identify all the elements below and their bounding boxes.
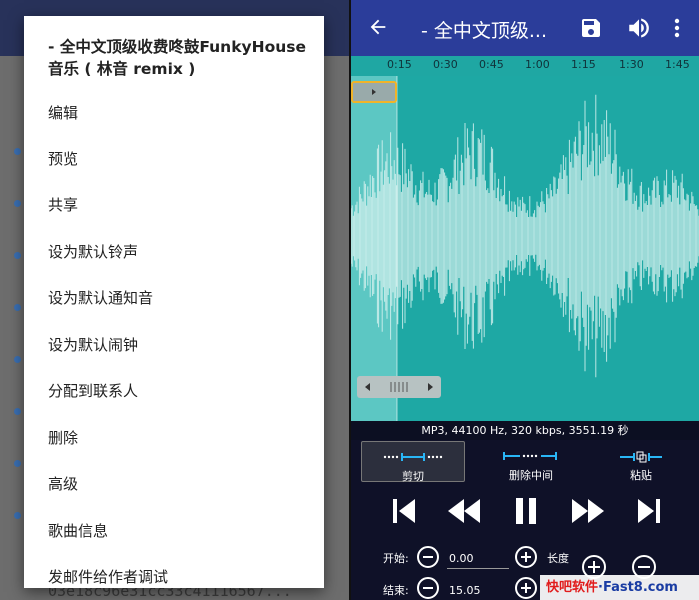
ruler-tick: 1:45: [665, 58, 690, 71]
end-marker-handle[interactable]: [357, 376, 441, 398]
mode-cut-button[interactable]: 剪切: [361, 441, 465, 483]
menu-item-edit[interactable]: 编辑: [48, 102, 78, 123]
more-vert-icon[interactable]: [671, 16, 683, 44]
back-arrow-icon[interactable]: [367, 16, 389, 42]
pause-icon[interactable]: [513, 496, 539, 530]
cut-icon: [383, 453, 443, 461]
edit-mode-bar: 剪切 删除中间 粘贴: [351, 440, 699, 486]
menu-item-song-info[interactable]: 歌曲信息: [48, 520, 108, 541]
editor-toolbar: - 全中文顶级...: [351, 0, 699, 56]
ruler-tick: 0:45: [479, 58, 504, 71]
menu-item-advanced[interactable]: 高级: [48, 473, 78, 494]
ruler-tick: 0:30: [433, 58, 458, 71]
length-label: 长度: [547, 552, 569, 565]
delete-middle-icon: [503, 452, 557, 460]
menu-item-delete[interactable]: 删除: [48, 427, 78, 448]
end-decrease-button[interactable]: [417, 577, 439, 599]
menu-title: - 全中文顶级收费咚鼓FunkyHouse音乐 ( 林音 remix ): [48, 38, 307, 78]
rewind-icon[interactable]: [447, 496, 481, 530]
time-ruler: 0:15 0:30 0:45 1:00 1:15 1:30 1:45: [351, 56, 699, 76]
menu-item-set-alarm[interactable]: 设为默认闹钟: [48, 334, 138, 355]
transport-controls: [351, 488, 699, 538]
mode-delete-middle-button[interactable]: 删除中间: [479, 441, 583, 482]
paste-icon: [620, 451, 662, 463]
fast-forward-icon[interactable]: [571, 496, 605, 530]
context-menu: - 全中文顶级收费咚鼓FunkyHouse音乐 ( 林音 remix ) 编辑 …: [24, 16, 324, 588]
menu-item-assign-contact[interactable]: 分配到联系人: [48, 380, 138, 401]
end-value-input[interactable]: 15.05: [449, 584, 481, 597]
list-dot: [14, 460, 21, 467]
list-dot: [14, 200, 21, 207]
menu-item-email-author[interactable]: 发邮件给作者调试: [48, 566, 168, 587]
start-label: 开始:: [383, 552, 409, 565]
watermark-part2: ·Fast8.com: [598, 580, 678, 595]
ruler-tick: 1:30: [619, 58, 644, 71]
list-dot: [14, 408, 21, 415]
mode-paste-label: 粘贴: [630, 469, 652, 482]
list-dot: [14, 304, 21, 311]
watermark: 快吧软件·Fast8.com: [540, 575, 699, 600]
menu-item-share[interactable]: 共享: [48, 194, 78, 215]
ruler-tick: 1:15: [571, 58, 596, 71]
mode-cut-label: 剪切: [402, 470, 424, 483]
skip-start-icon[interactable]: [391, 496, 417, 530]
ruler-tick: 1:00: [525, 58, 550, 71]
list-dot: [14, 148, 21, 155]
skip-end-icon[interactable]: [636, 496, 662, 530]
mode-paste-button[interactable]: 粘贴: [589, 441, 693, 482]
menu-item-preview[interactable]: 预览: [48, 148, 78, 169]
start-increase-button[interactable]: [515, 546, 537, 568]
menu-item-set-ringtone[interactable]: 设为默认铃声: [48, 241, 138, 262]
waveform-view[interactable]: [351, 76, 699, 421]
song-list-panel: 03e18c96e31cc33c41116567... - 全中文顶级收费咚鼓F…: [0, 0, 349, 600]
ruler-tick: 0:15: [387, 58, 412, 71]
start-underline: [447, 568, 509, 569]
waveform-graphic: [351, 76, 699, 421]
list-dot: [14, 512, 21, 519]
mode-delete-middle-label: 删除中间: [509, 469, 553, 482]
watermark-part1: 快吧软件: [546, 580, 599, 595]
list-dot: [14, 356, 21, 363]
list-dot: [14, 252, 21, 259]
start-value-input[interactable]: 0.00: [449, 552, 474, 565]
end-increase-button[interactable]: [515, 577, 537, 599]
editor-title: - 全中文顶级...: [421, 20, 548, 42]
audio-info: MP3, 44100 Hz, 320 kbps, 3551.19 秒: [351, 421, 699, 440]
save-icon[interactable]: [579, 16, 603, 44]
menu-item-set-notification[interactable]: 设为默认通知音: [48, 287, 153, 308]
start-marker-handle[interactable]: [351, 81, 397, 103]
start-decrease-button[interactable]: [417, 546, 439, 568]
end-label: 结束:: [383, 584, 409, 597]
volume-icon[interactable]: [626, 15, 652, 45]
audio-editor: - 全中文顶级... 0:15 0:30 0:45 1:00 1:15 1:30…: [351, 0, 699, 600]
